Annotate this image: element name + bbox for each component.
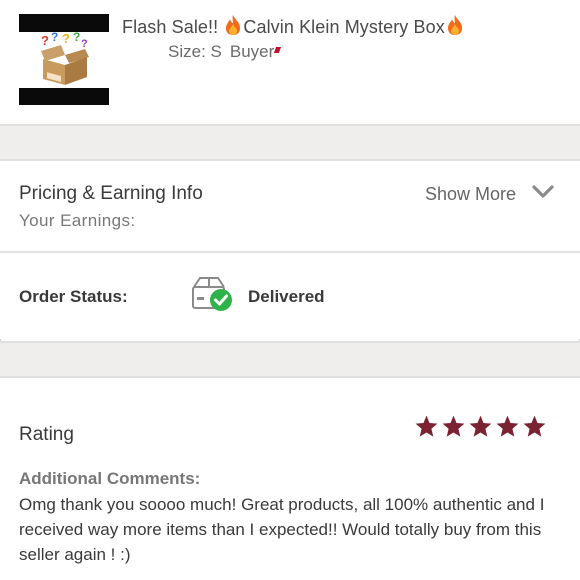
rating-label: Rating: [19, 424, 74, 445]
buyer-label: Buyer: [229, 42, 275, 61]
size-buyer-line: Size: S Buyer: [168, 42, 282, 62]
listing-header[interactable]: ? ? ? ? ? Flash Sale!! Calvin Klein Myst…: [0, 0, 580, 124]
svg-text:?: ?: [81, 38, 88, 50]
size-label: Size: S: [168, 42, 222, 61]
order-status-label: Order Status:: [19, 287, 128, 306]
additional-comments-label: Additional Comments:: [19, 469, 201, 488]
star-rating: [414, 414, 547, 439]
star-icon: [442, 415, 465, 437]
svg-text:?: ?: [51, 31, 58, 44]
title-main: Calvin Klein Mystery Box: [243, 17, 445, 37]
star-icon: [469, 415, 492, 437]
redaction-mark: [274, 47, 282, 53]
redaction-bar: [19, 14, 109, 32]
chevron-down-icon[interactable]: [532, 185, 554, 204]
fire-icon: [445, 14, 465, 41]
order-status-value: Delivered: [248, 287, 325, 306]
svg-text:?: ?: [73, 31, 80, 44]
earnings-label: Your Earnings:: [19, 211, 136, 230]
comment-text: Omg thank you soooo much! Great products…: [19, 495, 545, 564]
listing-title[interactable]: Flash Sale!! Calvin Klein Mystery Box: [122, 14, 465, 41]
star-icon: [496, 415, 519, 437]
section-separator: [0, 124, 580, 161]
pricing-section: Pricing & Earning Info Your Earnings: Sh…: [0, 161, 580, 251]
star-icon: [415, 415, 438, 437]
show-more-button[interactable]: Show More: [425, 184, 516, 205]
order-status-row: Order Status: Delivered: [0, 253, 580, 339]
title-prefix: Flash Sale!!: [122, 17, 224, 37]
section-separator: [0, 341, 580, 378]
svg-text:?: ?: [41, 33, 49, 48]
star-icon: [523, 415, 546, 437]
listing-thumbnail[interactable]: ? ? ? ? ?: [19, 14, 109, 105]
package-delivered-icon: [191, 275, 235, 318]
pricing-title: Pricing & Earning Info: [19, 183, 203, 204]
fire-icon: [223, 14, 243, 41]
redaction-bar: [19, 88, 109, 105]
rating-section: Rating Additional Comments: Omg thank yo…: [0, 378, 580, 580]
mystery-box-image: ? ? ? ? ?: [41, 31, 89, 85]
svg-text:?: ?: [62, 31, 70, 46]
